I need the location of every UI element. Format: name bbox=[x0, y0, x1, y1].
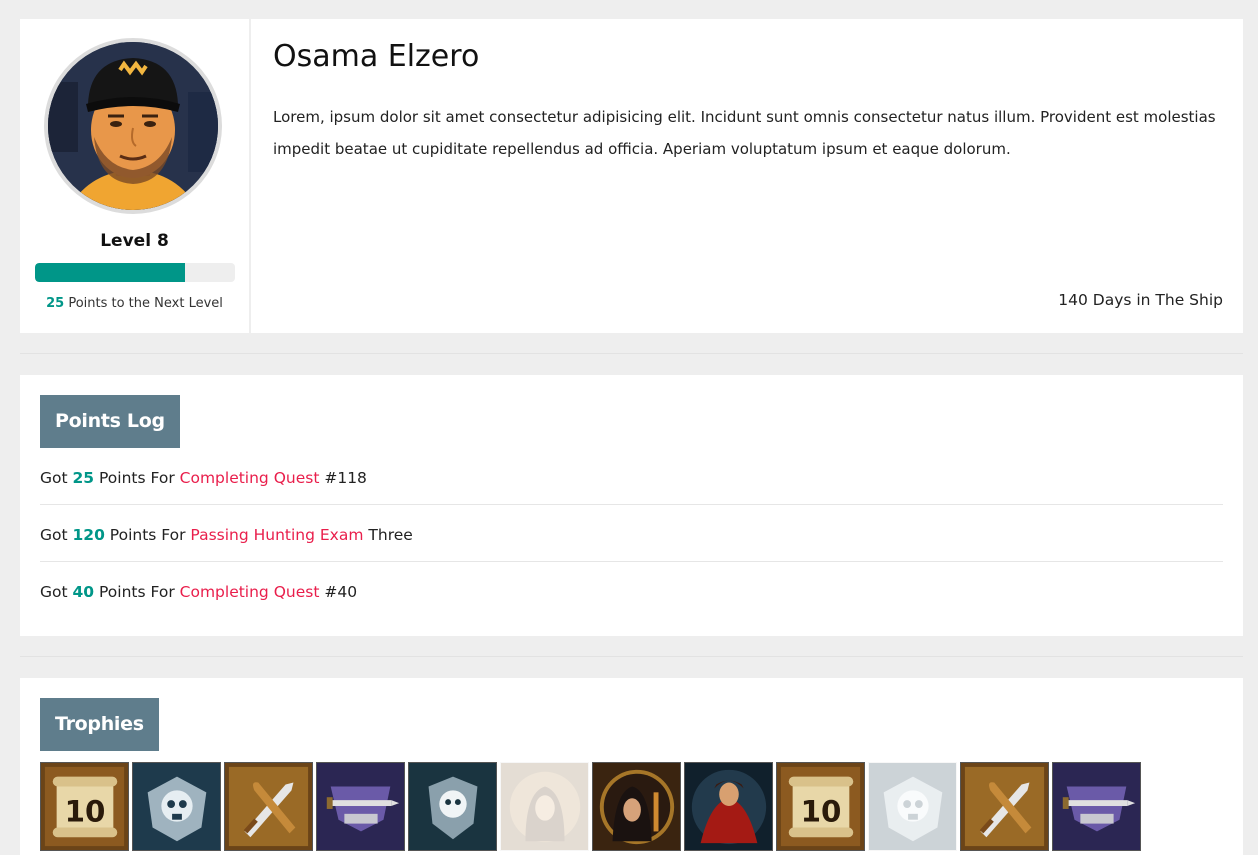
log-prefix: Got bbox=[40, 526, 73, 544]
log-prefix: Got bbox=[40, 583, 73, 601]
log-points: 120 bbox=[72, 526, 105, 544]
trophy-image: 10 bbox=[777, 763, 864, 850]
list-item: Got 40 Points For Completing Quest #40 bbox=[40, 562, 1223, 619]
trophy-image bbox=[685, 763, 772, 850]
red-cloak-trophy-icon[interactable] bbox=[684, 762, 773, 851]
sword-anvil-trophy-icon[interactable] bbox=[1052, 762, 1141, 851]
trophy-image: 10 bbox=[41, 763, 128, 850]
avatar bbox=[44, 38, 222, 214]
level-progress-fill bbox=[35, 263, 185, 282]
trophy-image bbox=[501, 763, 588, 850]
profile-bio: Lorem, ipsum dolor sit amet consectetur … bbox=[273, 108, 1216, 158]
trophy-image bbox=[869, 763, 956, 850]
divider bbox=[20, 353, 1243, 354]
list-item: Got 120 Points For Passing Hunting Exam … bbox=[40, 505, 1223, 562]
scroll-10-trophy-icon[interactable]: 10 bbox=[40, 762, 129, 851]
crossed-sword-club-trophy-icon[interactable] bbox=[224, 762, 313, 851]
log-mid: Points For bbox=[94, 583, 180, 601]
points-log-list: Got 25 Points For Completing Quest #118 … bbox=[40, 448, 1223, 619]
log-suffix: Three bbox=[363, 526, 413, 544]
trophies-panel: Trophies 10 10 bbox=[20, 678, 1243, 855]
trophy-image bbox=[133, 763, 220, 850]
skull-shield-trophy-icon[interactable] bbox=[132, 762, 221, 851]
log-points: 40 bbox=[72, 583, 95, 601]
svg-text:10: 10 bbox=[65, 795, 106, 829]
skull-crest-trophy-icon[interactable] bbox=[408, 762, 497, 851]
scroll-10-trophy-icon[interactable]: 10 bbox=[776, 762, 865, 851]
trophies-title: Trophies bbox=[40, 698, 159, 751]
svg-text:10: 10 bbox=[801, 795, 842, 829]
hooded-woman-trophy-icon[interactable] bbox=[592, 762, 681, 851]
divider bbox=[20, 656, 1243, 657]
trophy-image bbox=[317, 763, 404, 850]
trophy-image bbox=[225, 763, 312, 850]
points-to-next-label: Points to the Next Level bbox=[64, 296, 223, 311]
points-log-title: Points Log bbox=[40, 395, 180, 448]
level-progress-bar bbox=[35, 263, 235, 282]
log-points: 25 bbox=[72, 469, 95, 487]
log-link[interactable]: Completing Quest bbox=[180, 469, 320, 487]
profile-info: Osama Elzero Lorem, ipsum dolor sit amet… bbox=[251, 19, 1243, 333]
log-suffix: #40 bbox=[319, 583, 358, 601]
skull-shield-trophy-icon[interactable] bbox=[868, 762, 957, 851]
crossed-sword-club-trophy-icon[interactable] bbox=[960, 762, 1049, 851]
log-mid: Points For bbox=[104, 526, 191, 544]
trophy-image bbox=[593, 763, 680, 850]
log-suffix: #118 bbox=[319, 469, 367, 487]
points-log-panel: Points Log Got 25 Points For Completing … bbox=[20, 375, 1243, 636]
trophy-image bbox=[1053, 763, 1140, 850]
trophy-list: 10 10 bbox=[40, 762, 1141, 851]
profile-card: Level 8 25 Points to the Next Level Osam… bbox=[20, 19, 1243, 333]
days-in-ship: 140 Days in The Ship bbox=[1058, 291, 1223, 309]
trophy-image bbox=[961, 763, 1048, 850]
log-link[interactable]: Passing Hunting Exam bbox=[190, 526, 363, 544]
list-item: Got 25 Points For Completing Quest #118 bbox=[40, 448, 1223, 505]
log-link[interactable]: Completing Quest bbox=[180, 583, 320, 601]
hooded-figure-trophy-icon[interactable] bbox=[500, 762, 589, 851]
user-avatar-icon bbox=[48, 42, 218, 210]
trophy-image bbox=[409, 763, 496, 850]
sword-anvil-trophy-icon[interactable] bbox=[316, 762, 405, 851]
next-level-text: 25 Points to the Next Level bbox=[20, 296, 249, 311]
log-mid: Points For bbox=[94, 469, 180, 487]
level-label: Level 8 bbox=[100, 231, 169, 251]
profile-sidebar: Level 8 25 Points to the Next Level bbox=[20, 19, 251, 333]
log-prefix: Got bbox=[40, 469, 73, 487]
points-to-next-value: 25 bbox=[46, 296, 65, 311]
profile-name: Osama Elzero bbox=[273, 39, 480, 74]
